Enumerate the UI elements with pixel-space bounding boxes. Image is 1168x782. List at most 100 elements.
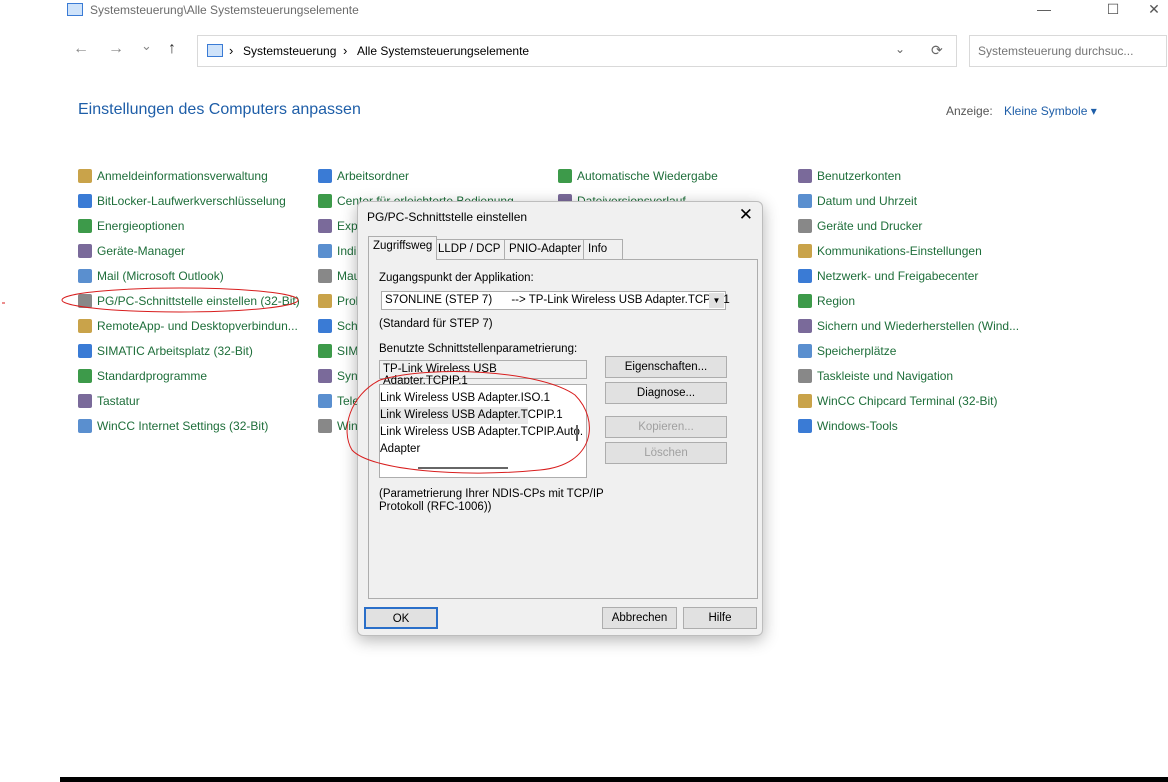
- item-icon: [318, 194, 332, 208]
- item-icon: [798, 194, 812, 208]
- access-point-select[interactable]: S7ONLINE (STEP 7) --> TP-Link Wireless U…: [381, 291, 730, 310]
- control-panel-item[interactable]: Standardprogramme: [78, 366, 207, 386]
- forward-button[interactable]: →: [108, 40, 124, 58]
- address-dropdown-button[interactable]: ⌄: [895, 42, 905, 56]
- item-label: SIMATIC Arbeitsplatz (32-Bit): [97, 344, 253, 358]
- recent-locations-button[interactable]: ⌄: [141, 38, 152, 54]
- view-dropdown[interactable]: Kleine Symbole ▾: [1004, 104, 1097, 118]
- control-panel-item[interactable]: WinCC Internet Settings (32-Bit): [78, 416, 268, 436]
- diagnose-button[interactable]: Diagnose...: [605, 382, 727, 404]
- tab-pnio-adapter[interactable]: PNIO-Adapter: [504, 239, 587, 259]
- item-icon: [798, 219, 812, 233]
- tab-info[interactable]: Info: [583, 239, 623, 259]
- help-button[interactable]: Hilfe: [683, 607, 757, 629]
- item-label: Indi: [337, 244, 357, 258]
- control-panel-item[interactable]: Prol: [318, 291, 358, 311]
- control-panel-item[interactable]: Netzwerk- und Freigabecenter: [798, 266, 978, 286]
- item-icon: [798, 419, 812, 433]
- control-panel-item[interactable]: Geräte und Drucker: [798, 216, 922, 236]
- minimize-button[interactable]: —: [1021, 0, 1067, 22]
- item-label: Tastatur: [97, 394, 140, 408]
- control-panel-item[interactable]: Mau: [318, 266, 360, 286]
- item-icon: [78, 344, 92, 358]
- item-icon: [798, 394, 812, 408]
- control-panel-item[interactable]: Windows-Tools: [798, 416, 898, 436]
- control-panel-item[interactable]: Anmeldeinformationsverwaltung: [78, 166, 268, 186]
- control-panel-item[interactable]: Benutzerkonten: [798, 166, 901, 186]
- control-panel-item[interactable]: Speicherplätze: [798, 341, 896, 361]
- item-label: BitLocker-Laufwerkverschlüsselung: [97, 194, 286, 208]
- tab-lldp-dcp[interactable]: LLDP / DCP: [433, 239, 506, 259]
- control-panel-item[interactable]: WinCC Chipcard Terminal (32-Bit): [798, 391, 998, 411]
- item-icon: [798, 269, 812, 283]
- item-label: Netzwerk- und Freigabecenter: [817, 269, 979, 283]
- item-icon: [318, 319, 332, 333]
- dialog-close-button[interactable]: ✕: [739, 205, 753, 225]
- control-panel-item[interactable]: Kommunikations-Einstellungen: [798, 241, 982, 261]
- access-point-value: S7ONLINE (STEP 7) --> TP-Link Wireless U…: [385, 294, 730, 306]
- item-icon: [318, 269, 332, 283]
- item-icon: [78, 219, 92, 233]
- item-label: Prol: [337, 294, 359, 308]
- control-panel-item[interactable]: SIMATIC Arbeitsplatz (32-Bit): [78, 341, 253, 361]
- control-panel-item[interactable]: SIM: [318, 341, 358, 361]
- maximize-button[interactable]: ☐: [1090, 0, 1136, 22]
- control-panel-item[interactable]: Datum und Uhrzeit: [798, 191, 917, 211]
- window-title: Systemsteuerung\Alle Systemsteuerungsele…: [90, 3, 359, 17]
- control-panel-item[interactable]: BitLocker-Laufwerkverschlüsselung: [78, 191, 286, 211]
- item-icon: [78, 419, 92, 433]
- red-annotation-circle: [346, 371, 590, 474]
- control-panel-item[interactable]: Energieoptionen: [78, 216, 184, 236]
- breadcrumb-separator: ›: [343, 43, 348, 58]
- ok-button[interactable]: OK: [364, 607, 438, 629]
- control-panel-item[interactable]: Tastatur: [78, 391, 140, 411]
- page-title: Einstellungen des Computers anpassen: [78, 101, 361, 118]
- item-icon: [798, 169, 812, 183]
- control-panel-item[interactable]: Automatische Wiedergabe: [558, 166, 718, 186]
- control-panel-item[interactable]: Sichern und Wiederherstellen (Wind...: [798, 316, 1019, 336]
- item-label: Geräte und Drucker: [817, 219, 923, 233]
- properties-button[interactable]: Eigenschaften...: [605, 356, 727, 378]
- control-panel-item[interactable]: Indi: [318, 241, 356, 261]
- breadcrumb-systemsteuerung[interactable]: Systemsteuerung: [243, 44, 336, 58]
- control-panel-item[interactable]: Expl: [318, 216, 360, 236]
- control-panel-item[interactable]: Taskleiste und Navigation: [798, 366, 953, 386]
- breadcrumb-all-items[interactable]: Alle Systemsteuerungselemente: [357, 44, 529, 58]
- cancel-button[interactable]: Abbrechen: [602, 607, 677, 629]
- item-icon: [318, 169, 332, 183]
- up-button[interactable]: ↑: [168, 40, 176, 58]
- item-icon: [798, 294, 812, 308]
- back-button[interactable]: ←: [73, 40, 89, 58]
- item-label: Automatische Wiedergabe: [577, 169, 718, 183]
- item-label: Geräte-Manager: [97, 244, 186, 258]
- tab-zugriffsweg[interactable]: Zugriffsweg: [368, 236, 438, 260]
- control-panel-item[interactable]: Sch: [318, 316, 358, 336]
- item-label: Datum und Uhrzeit: [817, 194, 918, 208]
- red-annotation-circle: [2, 287, 299, 313]
- item-label: WinCC Chipcard Terminal (32-Bit): [817, 394, 998, 408]
- control-panel-item[interactable]: Region: [798, 291, 855, 311]
- item-icon: [798, 244, 812, 258]
- copy-button[interactable]: Kopieren...: [605, 416, 727, 438]
- item-icon: [318, 244, 332, 258]
- item-label: Kommunikations-Einstellungen: [817, 244, 982, 258]
- item-label: RemoteApp- und Desktopverbindun...: [97, 319, 298, 333]
- item-icon: [318, 294, 332, 308]
- close-button[interactable]: ✕: [1140, 0, 1168, 22]
- address-bar[interactable]: › Systemsteuerung › Alle Systemsteuerung…: [197, 35, 957, 67]
- control-panel-item[interactable]: Geräte-Manager: [78, 241, 185, 261]
- refresh-button[interactable]: ⟳: [931, 42, 943, 59]
- item-icon: [318, 344, 332, 358]
- item-label: Sch: [337, 319, 358, 333]
- delete-button[interactable]: Löschen: [605, 442, 727, 464]
- item-icon: [318, 419, 332, 433]
- chevron-down-icon[interactable]: ▼: [709, 293, 724, 308]
- item-icon: [78, 169, 92, 183]
- access-point-label: Zugangspunkt der Applikation:: [379, 272, 534, 284]
- control-panel-item[interactable]: Arbeitsordner: [318, 166, 409, 186]
- item-icon: [318, 394, 332, 408]
- item-icon: [318, 369, 332, 383]
- item-label: Sichern und Wiederherstellen (Wind...: [817, 319, 1020, 333]
- search-input[interactable]: [969, 35, 1167, 67]
- item-label: Arbeitsordner: [337, 169, 410, 183]
